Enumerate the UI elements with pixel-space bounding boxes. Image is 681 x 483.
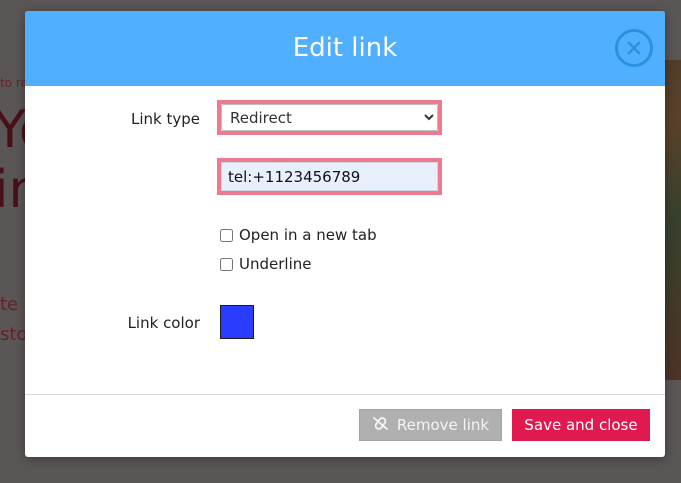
open-new-tab-option[interactable]: Open in a new tab bbox=[220, 225, 377, 245]
link-url-field-frame bbox=[217, 158, 442, 195]
background-text-fragment: to re bbox=[0, 76, 28, 90]
underline-option[interactable]: Underline bbox=[220, 254, 311, 274]
dialog-title: Edit link bbox=[292, 33, 398, 63]
link-url-input[interactable] bbox=[221, 162, 438, 191]
edit-link-dialog: Edit link Link type Redirect Open in a n… bbox=[25, 11, 665, 457]
underline-label: Underline bbox=[239, 255, 312, 273]
background-text-fragment: sto bbox=[0, 324, 28, 345]
save-and-close-button[interactable]: Save and close bbox=[512, 409, 650, 441]
link-type-select-frame: Redirect bbox=[217, 100, 442, 135]
footer-divider bbox=[25, 394, 665, 395]
open-new-tab-checkbox[interactable] bbox=[220, 228, 233, 242]
underline-checkbox[interactable] bbox=[220, 257, 233, 271]
link-type-select[interactable]: Redirect bbox=[221, 104, 438, 131]
link-color-label: Link color bbox=[127, 314, 200, 332]
close-button[interactable] bbox=[615, 29, 653, 67]
background-text-fragment: te bbox=[0, 294, 19, 315]
unlink-icon bbox=[372, 416, 397, 435]
open-new-tab-label: Open in a new tab bbox=[239, 226, 377, 244]
remove-link-label: Remove link bbox=[396, 416, 490, 434]
link-type-label: Link type bbox=[131, 110, 200, 128]
close-icon bbox=[627, 41, 641, 55]
link-color-swatch[interactable] bbox=[220, 305, 254, 339]
remove-link-button[interactable]: Remove link bbox=[359, 409, 502, 441]
